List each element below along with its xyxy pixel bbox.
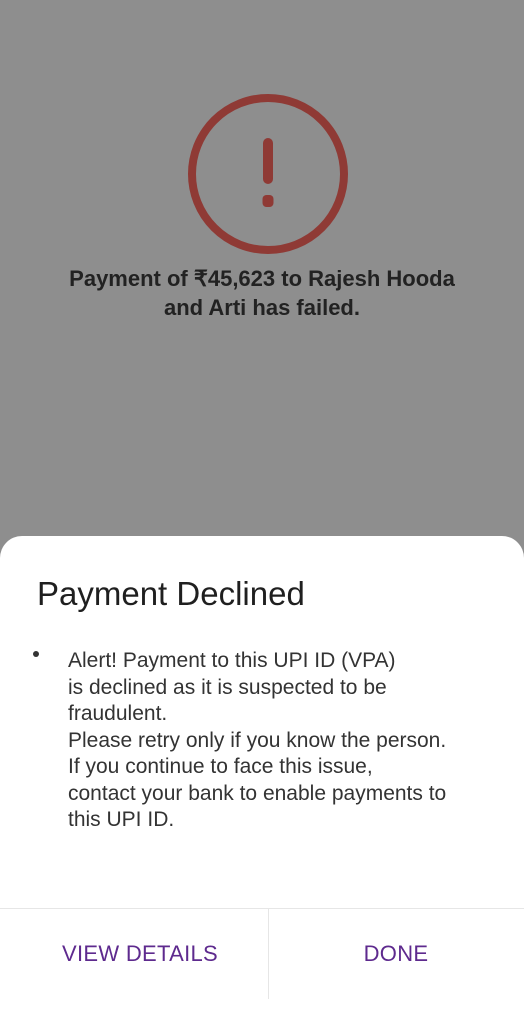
alert-line: Please retry only if you know the person…	[68, 728, 447, 752]
payment-failed-line-2: and Arti has failed.	[163, 295, 360, 320]
payment-failed-line-1: Payment of ₹45,623 to Rajesh Hooda	[69, 266, 455, 291]
payment-declined-sheet: Payment Declined Alert! Payment to this …	[0, 536, 524, 1016]
alert-line: fraudulent.	[68, 702, 168, 725]
alert-line: this UPI ID.	[68, 808, 175, 831]
view-details-button[interactable]: VIEW DETAILS	[0, 909, 280, 999]
done-button[interactable]: DONE	[268, 909, 524, 999]
alert-line: is declined as it is suspected to be	[68, 675, 387, 699]
payment-failed-message: Payment of ₹45,623 to Rajesh Hooda and A…	[30, 264, 494, 322]
bullet-point	[33, 651, 39, 657]
alert-line: If you continue to face this issue,	[68, 755, 373, 778]
alert-line: Alert! Payment to this UPI ID (VPA)	[68, 649, 396, 672]
exclamation-circle-icon	[188, 94, 348, 254]
alert-line: contact your bank to enable payments to	[68, 781, 447, 805]
sheet-title: Payment Declined	[37, 575, 305, 612]
alert-message: Alert! Payment to this UPI ID (VPA) is d…	[68, 648, 508, 834]
